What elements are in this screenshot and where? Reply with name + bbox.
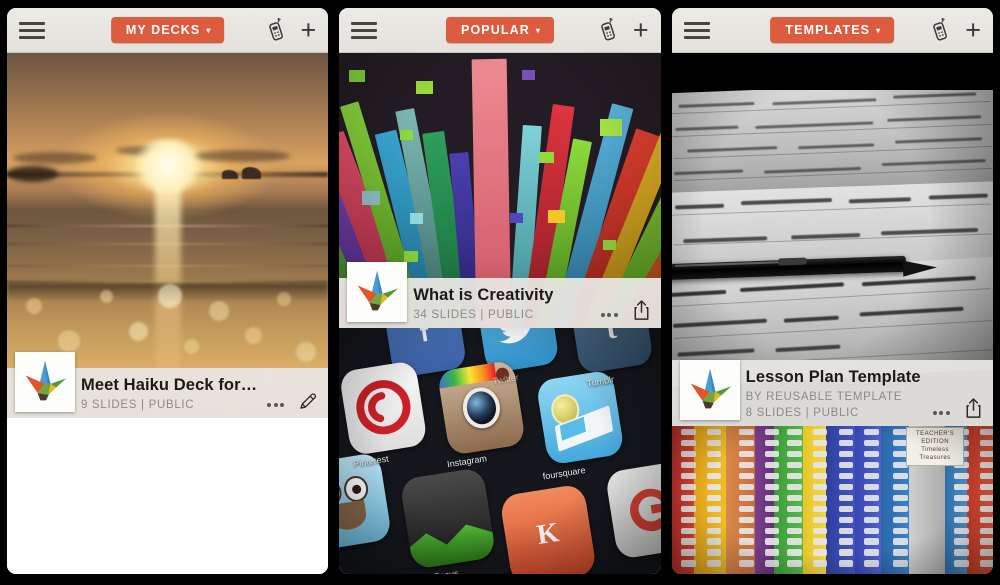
haiku-deck-origami-bird-icon xyxy=(358,270,399,311)
deck-filter-button-my-decks[interactable]: MY DECKS ▾ xyxy=(110,17,225,43)
deck-infobar-meet-haiku-deck: Meet Haiku Deck for iPhone 9 SLIDES | PU… xyxy=(7,352,329,418)
deck-text-block: What is Creativity 34 SLIDES | PUBLIC xyxy=(413,284,592,322)
deck-title: Lesson Plan Template xyxy=(745,368,921,387)
more-options-icon[interactable] xyxy=(600,313,618,321)
deck-actions xyxy=(600,299,651,322)
navbar-right-my-decks: + xyxy=(267,16,317,44)
deck-card-lesson-plan-template[interactable]: Lesson Plan Template BY REUSABLE TEMPLAT… xyxy=(671,53,993,426)
remote-control-icon[interactable] xyxy=(267,18,287,42)
navbar-left-popular xyxy=(351,21,397,39)
navbar-popular: POPULAR ▾ + xyxy=(339,8,661,53)
empty-list-area xyxy=(7,418,329,574)
deck-card-meet-haiku-deck[interactable]: Meet Haiku Deck for iPhone 9 SLIDES | PU… xyxy=(7,53,329,418)
hamburger-icon[interactable] xyxy=(19,21,45,39)
navbar-right-popular: + xyxy=(599,16,649,44)
plus-icon[interactable]: + xyxy=(965,16,981,44)
navbar-right-templates: + xyxy=(931,16,981,44)
deck-infobar-lesson-plan-template: Lesson Plan Template BY REUSABLE TEMPLAT… xyxy=(671,360,993,426)
edit-pencil-icon[interactable] xyxy=(298,391,318,411)
deck-meta: 9 SLIDES | PUBLIC xyxy=(81,398,195,411)
deck-text-block: Lesson Plan Template BY REUSABLE TEMPLAT… xyxy=(746,366,925,420)
chevron-down-icon: ▾ xyxy=(535,26,541,35)
deck-title: What is Creativity xyxy=(413,285,554,304)
navbar-left-templates xyxy=(683,21,730,39)
deck-filter-label: TEMPLATES xyxy=(785,23,871,37)
deck-logo-thumbnail xyxy=(347,262,408,322)
chevron-down-icon: ▾ xyxy=(206,26,212,35)
navbar-left-my-decks xyxy=(19,21,65,39)
share-icon[interactable] xyxy=(964,397,983,419)
deck-actions xyxy=(267,391,318,412)
deck-filter-label: POPULAR xyxy=(461,23,530,37)
deck-filter-label: MY DECKS xyxy=(125,23,201,37)
deck-list-my-decks: Meet Haiku Deck for iPhone 9 SLIDES | PU… xyxy=(7,53,329,574)
more-options-icon[interactable] xyxy=(267,403,285,411)
remote-control-icon[interactable] xyxy=(931,18,951,42)
phone-panel-popular: POPULAR ▾ + What is Creativity 34 SLIDES… xyxy=(339,8,661,574)
deck-card-spiral-notebooks[interactable]: TEACHER'S EDITION Timeless Treasures xyxy=(671,426,993,574)
deck-logo-thumbnail xyxy=(679,360,740,420)
deck-actions xyxy=(932,397,983,420)
navbar-my-decks: MY DECKS ▾ + xyxy=(7,8,329,53)
deck-card-what-is-creativity[interactable]: What is Creativity 34 SLIDES | PUBLIC xyxy=(339,53,661,328)
deck-list-popular: What is Creativity 34 SLIDES | PUBLIC xyxy=(339,53,661,574)
deck-artwork-spiral-notebooks: TEACHER'S EDITION Timeless Treasures xyxy=(671,426,993,574)
deck-meta: 34 SLIDES | PUBLIC xyxy=(413,308,534,321)
screenshot-stage: MY DECKS ▾ + Meet Haiku Deck for i 9 SLI… xyxy=(0,0,1000,585)
deck-card-app-icons[interactable]: f t xyxy=(339,328,661,574)
phone-panel-templates: TEMPLATES ▾ + Lesson Plan Template BY RE… xyxy=(671,8,993,574)
plus-icon[interactable]: + xyxy=(633,16,649,44)
deck-title: Meet Haiku Deck for iPhone xyxy=(81,375,259,394)
remote-control-icon[interactable] xyxy=(599,18,619,42)
plus-icon[interactable]: + xyxy=(301,16,317,44)
deck-artwork-social-apps: f t xyxy=(339,328,661,574)
deck-list-templates: Lesson Plan Template BY REUSABLE TEMPLAT… xyxy=(671,53,993,574)
haiku-deck-origami-bird-icon xyxy=(690,368,731,409)
share-icon[interactable] xyxy=(632,299,651,321)
deck-logo-thumbnail xyxy=(15,352,75,412)
deck-filter-button-popular[interactable]: POPULAR ▾ xyxy=(446,17,554,43)
phone-panel-my-decks: MY DECKS ▾ + Meet Haiku Deck for i 9 SLI… xyxy=(7,8,329,574)
deck-infobar-what-is-creativity: What is Creativity 34 SLIDES | PUBLIC xyxy=(339,262,661,328)
more-options-icon[interactable] xyxy=(932,411,950,419)
navbar-templates: TEMPLATES ▾ + xyxy=(671,8,993,53)
haiku-deck-origami-bird-icon xyxy=(25,360,67,401)
deck-filter-button-templates[interactable]: TEMPLATES ▾ xyxy=(770,17,895,43)
chevron-down-icon: ▾ xyxy=(876,26,882,35)
deck-text-block: Meet Haiku Deck for iPhone 9 SLIDES | PU… xyxy=(81,374,259,412)
hamburger-icon[interactable] xyxy=(683,21,710,39)
hamburger-icon[interactable] xyxy=(351,21,378,39)
deck-meta: 8 SLIDES | PUBLIC xyxy=(745,406,859,419)
deck-author: BY REUSABLE TEMPLATE xyxy=(745,391,903,404)
